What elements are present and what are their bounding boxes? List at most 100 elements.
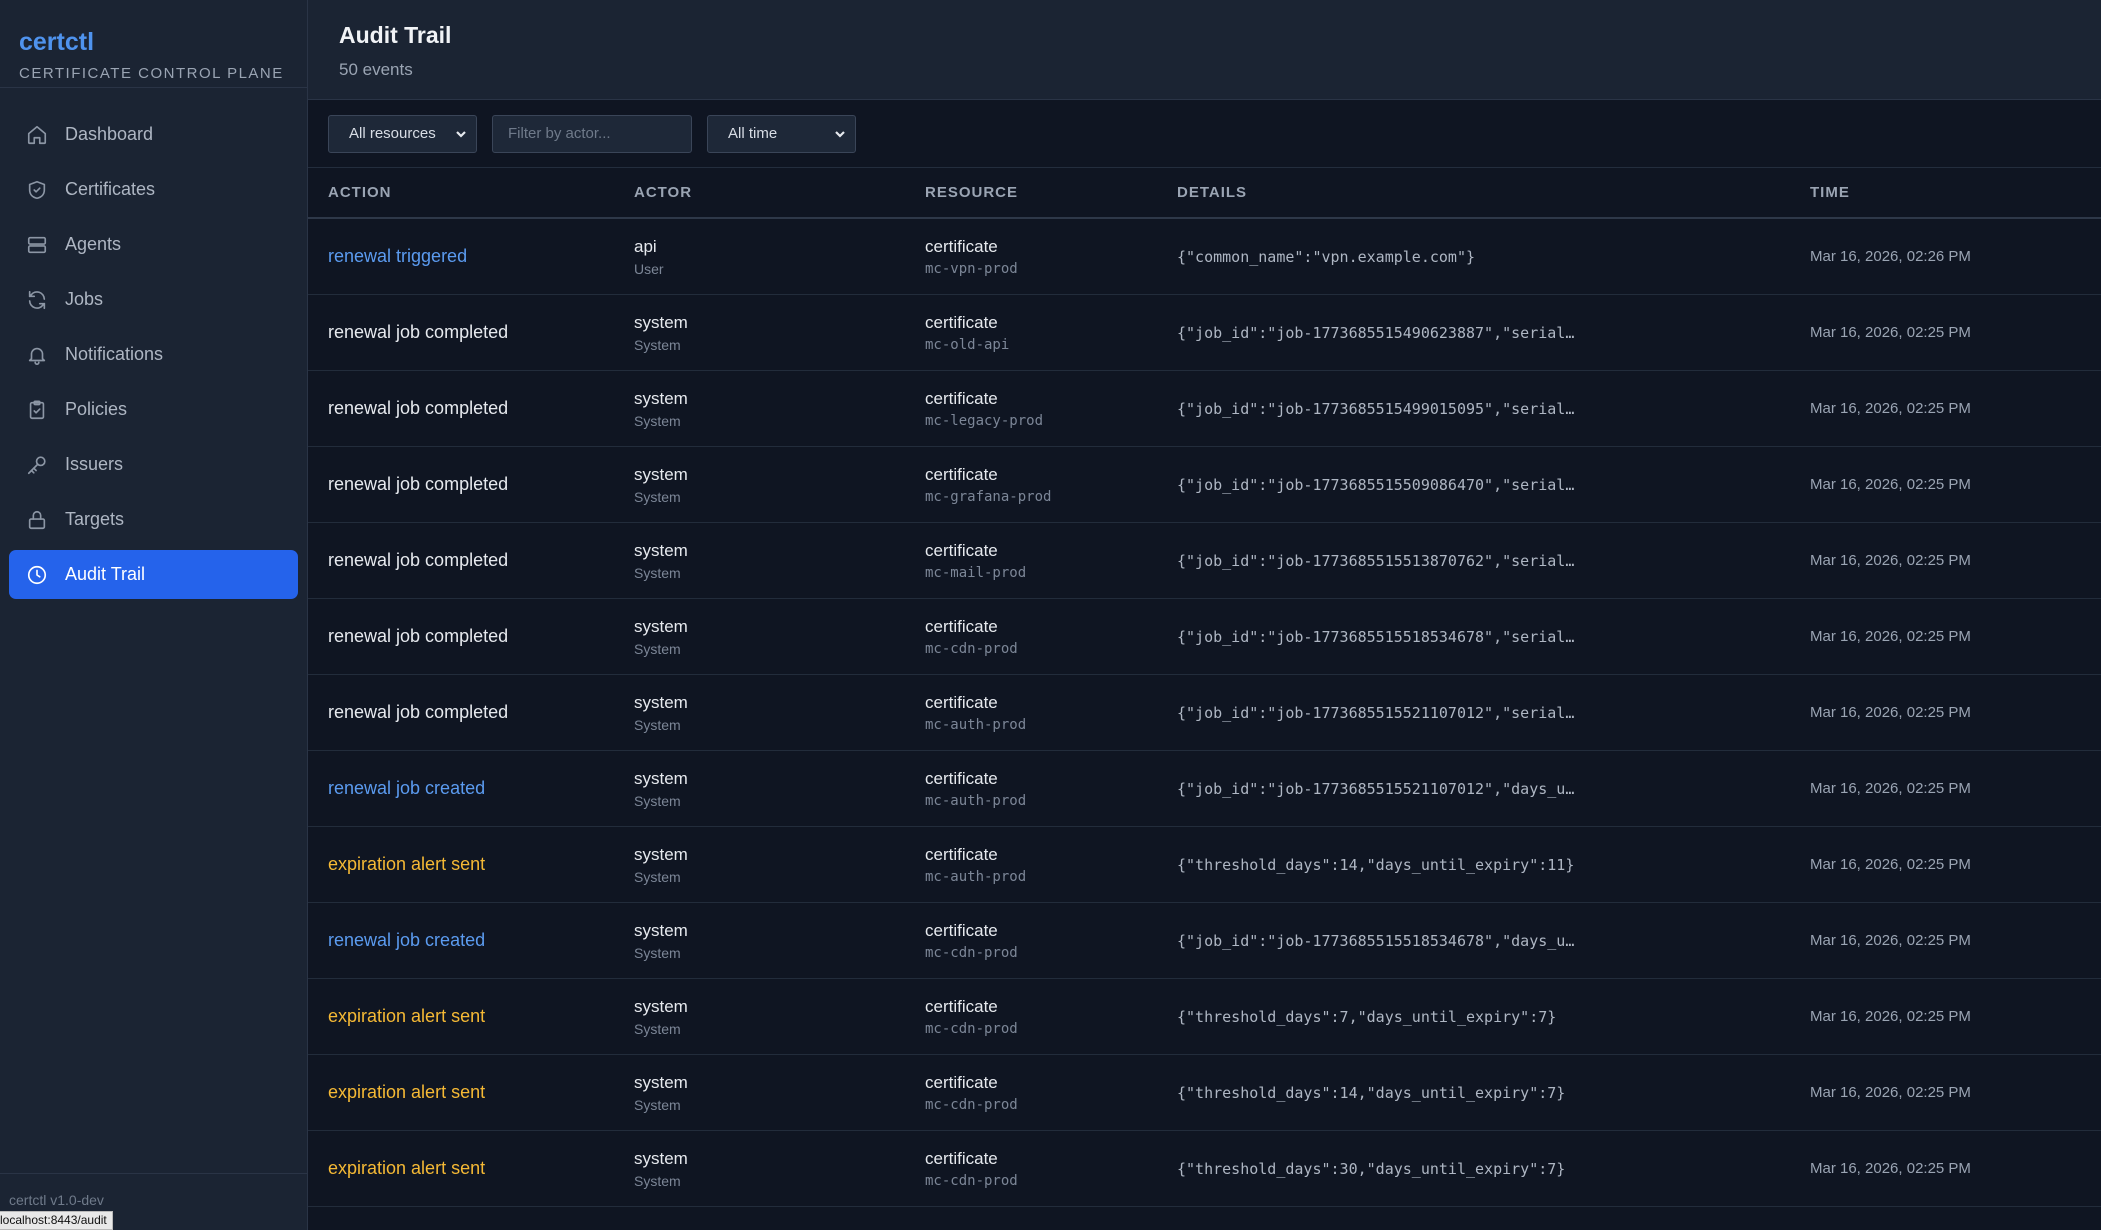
action-label[interactable]: renewal job completed	[328, 702, 508, 722]
table-row[interactable]: renewal job completed system System certifi…	[308, 675, 2101, 751]
actor-name: system	[634, 1072, 688, 1092]
sidebar-item-audit-trail[interactable]: Audit Trail	[9, 550, 298, 599]
actor-name: system	[634, 768, 688, 788]
table-header: ACTION ACTOR RESOURCE DETAILS TIME	[308, 168, 2101, 219]
details-json: {"job_id":"job-1773685515521107012","day…	[1177, 779, 1575, 798]
action-label[interactable]: expiration alert sent	[328, 1082, 485, 1102]
table-row[interactable]: renewal job created system System certifica…	[308, 751, 2101, 827]
clipboard-icon	[25, 398, 49, 422]
sidebar-item-notifications[interactable]: Notifications	[9, 330, 298, 379]
sidebar-item-issuers[interactable]: Issuers	[9, 440, 298, 489]
actor-cell: system System	[634, 1149, 925, 1189]
key-icon	[25, 453, 49, 477]
action-cell: renewal job completed	[308, 626, 634, 647]
timestamp: Mar 16, 2026, 02:25 PM	[1810, 931, 1971, 949]
actor-type: System	[634, 1020, 681, 1037]
sidebar-footer: certctl v1.0-dev localhost:8443/audit	[0, 1173, 307, 1230]
status-bar-url: localhost:8443/audit	[0, 1211, 113, 1230]
actor-type: System	[634, 412, 681, 429]
action-cell: renewal job created	[308, 930, 634, 951]
resource-id: mc-cdn-prod	[925, 1172, 1018, 1189]
resource-id: mc-cdn-prod	[925, 1020, 1018, 1037]
actor-type: System	[634, 716, 681, 733]
resource-cell: certificate mc-cdn-prod	[925, 921, 1177, 961]
action-label[interactable]: renewal job completed	[328, 398, 508, 418]
action-cell: renewal job completed	[308, 550, 634, 571]
resource-cell: certificate mc-vpn-prod	[925, 237, 1177, 277]
actor-type: User	[634, 260, 664, 277]
action-label[interactable]: renewal job created	[328, 930, 485, 950]
resource-filter-select[interactable]: All resources	[328, 114, 477, 153]
action-label[interactable]: renewal triggered	[328, 246, 467, 266]
actor-cell: system System	[634, 997, 925, 1037]
action-label[interactable]: renewal job completed	[328, 626, 508, 646]
table-row[interactable]: renewal job completed system System certifi…	[308, 371, 2101, 447]
table-row[interactable]: renewal job completed system System certifi…	[308, 523, 2101, 599]
action-cell: renewal job created	[308, 778, 634, 799]
page-header: Audit Trail 50 events	[308, 0, 2101, 100]
column-header-actor: ACTOR	[634, 184, 693, 201]
resource-type: certificate	[925, 920, 998, 940]
brand-title[interactable]: certctl	[19, 28, 288, 57]
table-row[interactable]: expiration alert sent system System certifi…	[308, 1055, 2101, 1131]
bell-icon	[25, 343, 49, 367]
actor-cell: system System	[634, 541, 925, 581]
details-cell: {"threshold_days":14,"days_until_expiry"…	[1177, 1084, 1810, 1102]
table-row[interactable]: renewal job completed system System certifi…	[308, 599, 2101, 675]
action-label[interactable]: renewal job completed	[328, 550, 508, 570]
time-cell: Mar 16, 2026, 02:25 PM	[1810, 628, 2101, 646]
sidebar-item-label: Jobs	[65, 289, 104, 309]
time-cell: Mar 16, 2026, 02:25 PM	[1810, 856, 2101, 874]
actor-type: System	[634, 336, 681, 353]
actor-name: system	[634, 996, 688, 1016]
resource-id: mc-cdn-prod	[925, 640, 1018, 657]
sidebar-item-jobs[interactable]: Jobs	[9, 275, 298, 324]
action-label[interactable]: expiration alert sent	[328, 1006, 485, 1026]
sidebar-item-targets[interactable]: Targets	[9, 495, 298, 544]
details-json: {"job_id":"job-1773685515509086470","ser…	[1177, 475, 1575, 494]
resource-cell: certificate mc-mail-prod	[925, 541, 1177, 581]
actor-cell: system System	[634, 617, 925, 657]
resource-id: mc-legacy-prod	[925, 412, 1044, 429]
details-json: {"job_id":"job-1773685515499015095","ser…	[1177, 399, 1575, 418]
column-header-time: TIME	[1810, 184, 1850, 201]
version-label: certctl v1.0-dev	[9, 1192, 104, 1208]
actor-name: system	[634, 616, 688, 636]
actor-name: system	[634, 388, 688, 408]
table-row[interactable]: expiration alert sent system System certifi…	[308, 827, 2101, 903]
sidebar-item-policies[interactable]: Policies	[9, 385, 298, 434]
time-filter-select[interactable]: All time	[707, 114, 856, 153]
table-row[interactable]: renewal job completed system System certifi…	[308, 295, 2101, 371]
sidebar-item-dashboard[interactable]: Dashboard	[9, 110, 298, 159]
resource-type: certificate	[925, 236, 998, 256]
resource-cell: certificate mc-legacy-prod	[925, 389, 1177, 429]
table-row[interactable]: expiration alert sent system System certifi…	[308, 1131, 2101, 1207]
details-cell: {"job_id":"job-1773685515509086470","ser…	[1177, 476, 1810, 494]
action-label[interactable]: renewal job completed	[328, 322, 508, 342]
details-cell: {"job_id":"job-1773685515521107012","ser…	[1177, 704, 1810, 722]
actor-type: System	[634, 792, 681, 809]
sidebar: certctl CERTIFICATE CONTROL PLANE Dashbo…	[0, 0, 308, 1230]
action-label[interactable]: expiration alert sent	[328, 1158, 485, 1178]
resource-filter-value: All resources	[349, 125, 436, 142]
action-label[interactable]: renewal job completed	[328, 474, 508, 494]
time-cell: Mar 16, 2026, 02:26 PM	[1810, 248, 2101, 266]
sidebar-item-certificates[interactable]: Certificates	[9, 165, 298, 214]
resource-cell: certificate mc-old-api	[925, 313, 1177, 353]
action-cell: renewal triggered	[308, 246, 634, 267]
actor-type: System	[634, 1172, 681, 1189]
sidebar-item-label: Audit Trail	[65, 564, 146, 584]
action-label[interactable]: renewal job created	[328, 778, 485, 798]
table-row[interactable]: renewal job created system System certifica…	[308, 903, 2101, 979]
action-cell: renewal job completed	[308, 398, 634, 419]
column-header-details: DETAILS	[1177, 184, 1248, 201]
table-body: renewal triggered api User certificate mc-vp…	[308, 219, 2101, 1207]
action-label[interactable]: expiration alert sent	[328, 854, 485, 874]
table-row[interactable]: renewal job completed system System certifi…	[308, 447, 2101, 523]
actor-filter-input[interactable]	[492, 114, 692, 153]
details-cell: {"threshold_days":14,"days_until_expiry"…	[1177, 856, 1810, 874]
sidebar-item-agents[interactable]: Agents	[9, 220, 298, 269]
table-row[interactable]: renewal triggered api User certificate mc-vp…	[308, 219, 2101, 295]
actor-cell: api User	[634, 237, 925, 277]
table-row[interactable]: expiration alert sent system System certifi…	[308, 979, 2101, 1055]
